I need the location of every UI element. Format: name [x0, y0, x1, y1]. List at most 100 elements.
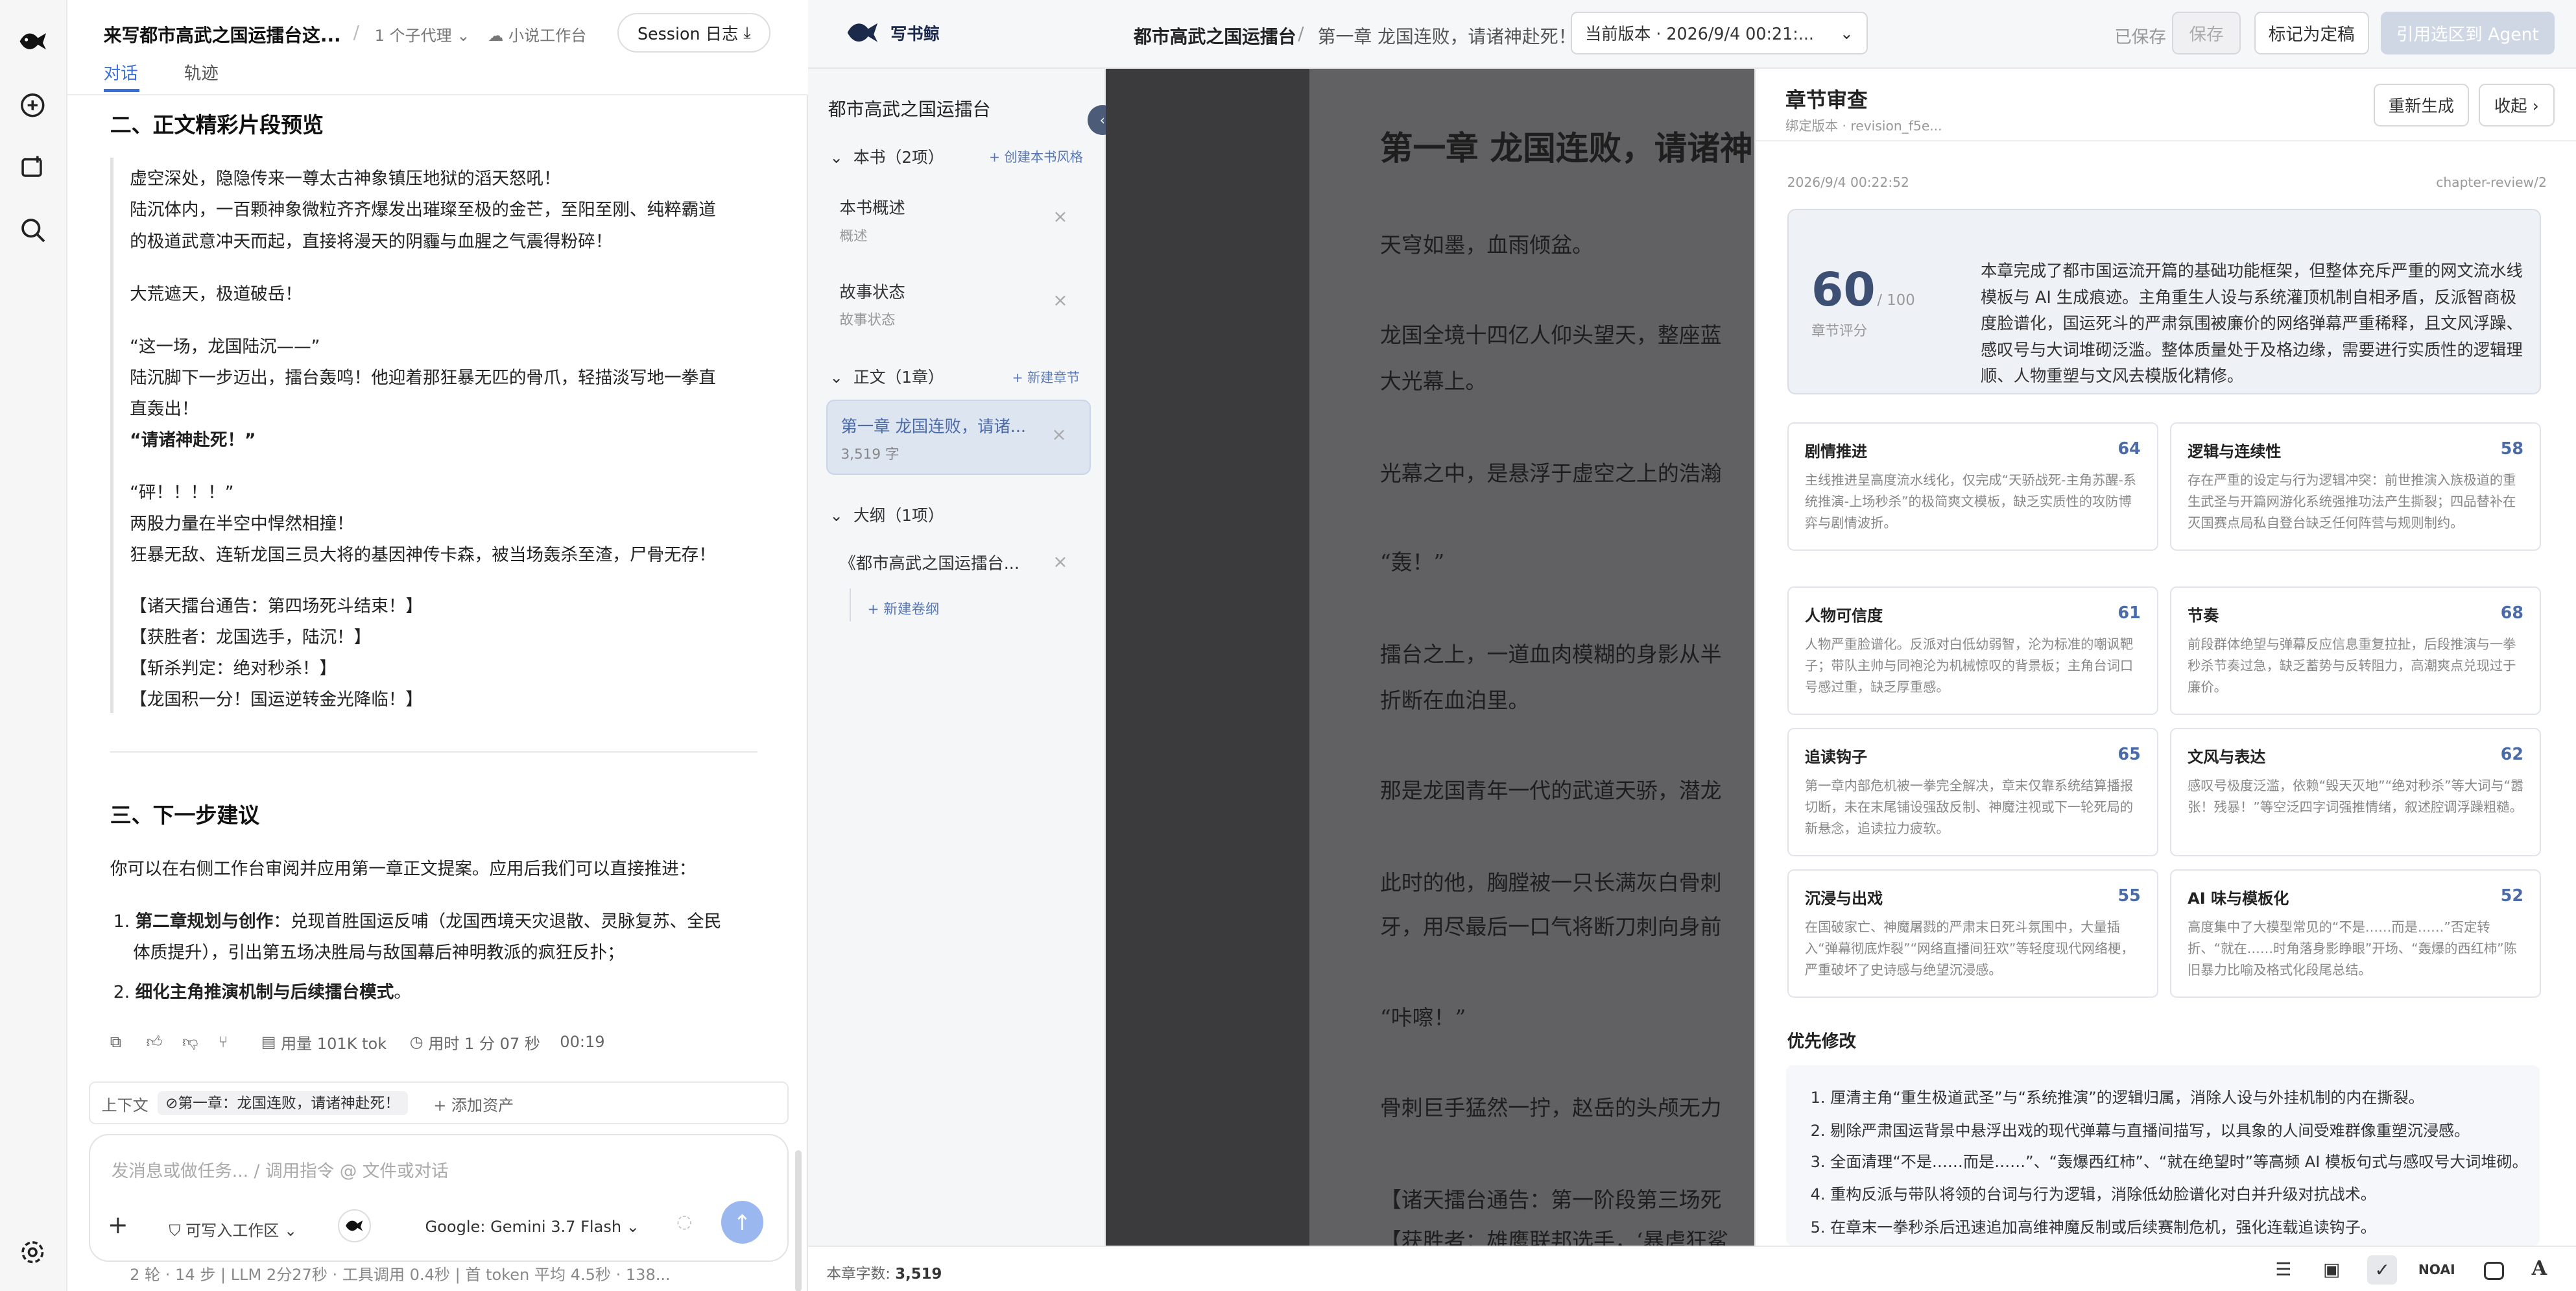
- new-volume-link[interactable]: + 新建卷纲: [868, 598, 940, 618]
- dimension-card: 逻辑与连续性 58 存在严重的设定与行为逻辑冲突：前世推演入族极道的重生武圣与开篇网…: [2169, 422, 2542, 551]
- tree-item-chapter-selected[interactable]: 第一章 龙国连败，请诸... 3,519 字 ×: [826, 399, 1091, 476]
- bound-version: 绑定版本 · revision_f5e...: [1785, 118, 1942, 134]
- clipboard-icon[interactable]: ▣: [2323, 1259, 2340, 1280]
- editor-line[interactable]: 那是龙国青年一代的武道天骄，潜龙: [1380, 774, 1722, 804]
- version-select[interactable]: 当前版本 · 2026/9/4 00:21:... ⌄: [1570, 11, 1868, 54]
- chevron-down-icon: ⌄: [1839, 23, 1854, 43]
- add-asset-button[interactable]: + 添加资产: [433, 1092, 514, 1115]
- editor-line[interactable]: 龙国全境十四亿人仰头望天，整座蓝: [1380, 319, 1722, 349]
- tree-item[interactable]: 《都市高武之国运擂台... ×: [826, 537, 1091, 586]
- excerpt-line: 【获胜者：龙国选手，陆沉！】: [130, 627, 372, 648]
- close-icon[interactable]: ×: [1053, 289, 1067, 311]
- excerpt-bar: [110, 158, 113, 714]
- search-icon[interactable]: [16, 213, 49, 247]
- close-icon[interactable]: ×: [1053, 206, 1067, 227]
- app-logo-icon[interactable]: [16, 25, 49, 58]
- copy-icon[interactable]: ⧉: [110, 1033, 147, 1051]
- session-log-button[interactable]: Session 日志 ⤓: [617, 13, 771, 53]
- send-button[interactable]: ↑: [721, 1201, 764, 1244]
- scrollbar[interactable]: [795, 1150, 802, 1291]
- breadcrumb-chapter: 第一章 龙国连败，请诸神赴死！: [1317, 26, 1577, 48]
- tree-item[interactable]: 故事状态 故事状态 ×: [826, 268, 1091, 344]
- workspace-icon[interactable]: [16, 151, 49, 184]
- settings-icon[interactable]: [16, 1236, 49, 1269]
- mode-dropdown[interactable]: ⛉ 可写入工作区 ⌄: [169, 1218, 297, 1240]
- layout-icon[interactable]: [2484, 1261, 2504, 1280]
- file-tree: 都市高武之国运擂台 ‹ ⌄ 本书（2项） + 创建本书风格 本书概述 概述 × …: [808, 69, 1117, 1246]
- branch-icon[interactable]: ⑂: [219, 1033, 261, 1051]
- create-style-link[interactable]: + 创建本书风格: [989, 146, 1083, 165]
- score-label: 章节评分: [1811, 323, 1868, 340]
- editor-line[interactable]: 【获胜者：雄鹰联邦选手，‘暴虐狂鲨: [1380, 1224, 1728, 1246]
- save-button[interactable]: 保存: [2171, 11, 2241, 54]
- review-timestamp: 2026/9/4 00:22:52: [1787, 174, 1909, 190]
- editor-line[interactable]: 【诸天擂台通告：第一阶段第三场死: [1380, 1183, 1722, 1214]
- close-icon[interactable]: ×: [1053, 551, 1067, 572]
- editor-line[interactable]: 骨刺巨手猛然一拧，赵岳的头颅无力: [1380, 1091, 1722, 1122]
- chat-header: 来写都市高武之国运擂台这... / 1 个子代理 ⌄ ☁ 小说工作台 Sessi…: [67, 0, 809, 95]
- priority-item: 1. 厘清主角“重生极道武圣”与“系统推演”的逻辑归属，消除人设与外挂机制的内在…: [1810, 1088, 2424, 1107]
- review-id: chapter-review/2: [2436, 174, 2547, 190]
- loading-icon: ◌: [676, 1211, 693, 1233]
- review-icon[interactable]: ✓: [2367, 1255, 2397, 1285]
- whale-logo-icon: [847, 23, 878, 43]
- editor-line[interactable]: 折断在血泊里。: [1380, 684, 1529, 714]
- usage-text: 用量 101K tok: [281, 1034, 387, 1053]
- noai-button[interactable]: NOAI: [2418, 1262, 2455, 1277]
- review-header: 章节审查 绑定版本 · revision_f5e... 重新生成 收起 ›: [1756, 69, 2576, 141]
- database-icon: ▤: [261, 1033, 276, 1052]
- quote-selection-button[interactable]: 引用选区到 Agent: [2380, 11, 2555, 54]
- dimension-card: 人物可信度 61 人物严重脸谱化。反派对白低幼弱智，沦为标准的嘲讽靶子；带队主帅与同…: [1787, 586, 2159, 715]
- plus-icon[interactable]: +: [103, 1211, 133, 1240]
- list-icon[interactable]: ☰: [2275, 1259, 2291, 1280]
- regenerate-button[interactable]: 重新生成: [2373, 84, 2469, 127]
- section-heading: 三、下一步建议: [110, 802, 260, 828]
- finalize-button[interactable]: 标记为定稿: [2254, 11, 2369, 54]
- dimension-card: AI 味与模板化 52 高度集中了大模型常见的“不是……而是……”否定转折、“就在……: [2169, 869, 2542, 998]
- subagent-dropdown[interactable]: 1 个子代理 ⌄: [375, 23, 470, 45]
- editor-line[interactable]: “咔嚓！”: [1380, 1001, 1466, 1032]
- editor-line[interactable]: 牙，用尽最后一口气将断刀刺向身前: [1380, 910, 1722, 941]
- editor-line[interactable]: 擂台之上，一道血肉模糊的身影从半: [1380, 638, 1722, 668]
- dimension-card: 剧情推进 64 主线推进呈高度流水线化，仅完成“天骄战死-主角苏醒-系统推演-上场秒…: [1787, 422, 2159, 551]
- divider: [110, 751, 757, 753]
- excerpt-line: 狂暴无敌、连斩龙国三员大将的基因神传卡森，被当场轰杀至渣，尸骨无存！: [130, 545, 716, 566]
- workspace-header: 写书鲸 都市高武之国运擂台 / 第一章 龙国连败，请诸神赴死！ 当前版本 · 2…: [808, 0, 2576, 69]
- dimension-card: 文风与表达 62 感叹号极度泛滥，依赖“毁天灭地”“绝对秒杀”等大词与“嚣张！残暴！…: [2169, 728, 2542, 856]
- score-card: 60 / 100 章节评分 本章完成了都市国运流开篇的基础功能框架，但整体充斥严…: [1787, 208, 2542, 394]
- new-chat-icon[interactable]: [16, 89, 49, 122]
- tab-trace[interactable]: 轨迹: [184, 59, 219, 84]
- tree-group-outline[interactable]: ⌄ 大纲（1项）: [829, 503, 944, 526]
- new-chapter-link[interactable]: + 新建章节: [1012, 367, 1079, 386]
- context-chip[interactable]: ⊘第一章：龙国连败，请诸神赴死！: [157, 1091, 408, 1116]
- tree-item[interactable]: 本书概述 概述 ×: [826, 184, 1091, 260]
- editor-line[interactable]: “轰！”: [1380, 546, 1445, 576]
- close-icon[interactable]: ×: [1051, 424, 1066, 445]
- collapse-button[interactable]: 收起 ›: [2479, 84, 2555, 127]
- arrow-up-icon: ↑: [733, 1209, 752, 1235]
- thumbs-down-icon[interactable]: 👎︎: [182, 1033, 219, 1052]
- message-input[interactable]: 发消息或做任务... / 调用指令 @ 文件或对话: [112, 1157, 449, 1182]
- editor-line[interactable]: 光幕之中，是悬浮于虚空之上的浩瀚: [1380, 457, 1722, 487]
- tree-group-book[interactable]: ⌄ 本书（2项）: [829, 145, 944, 168]
- priority-item: 2. 剔除严肃国运背景中悬浮出戏的现代弹幕与直播间描写，以具象的人间受难群像重塑…: [1810, 1121, 2470, 1140]
- editor-line[interactable]: 此时的他，胸膛被一只长满灰白骨刺: [1380, 866, 1722, 897]
- workspace-link[interactable]: ☁ 小说工作台: [488, 23, 586, 45]
- tree-group-body[interactable]: ⌄ 正文（1章）: [829, 365, 944, 388]
- model-dropdown[interactable]: Google: Gemini 3.7 Flash ⌄: [425, 1218, 639, 1236]
- composer: 发消息或做任务... / 调用指令 @ 文件或对话 + ⛉ 可写入工作区 ⌄ G…: [88, 1133, 789, 1262]
- priority-item: 5. 在章末一拳秒杀后迅速追加高维神魔反制或后续赛制危机，强化连载追读钩子。: [1810, 1218, 2376, 1237]
- breadcrumb-book[interactable]: 都市高武之国运擂台: [1134, 23, 1296, 49]
- editor-line[interactable]: 天穹如墨，血雨倾盆。: [1380, 228, 1593, 259]
- review-title: 章节审查: [1785, 89, 1868, 113]
- font-icon[interactable]: A: [2532, 1257, 2547, 1280]
- tab-conversation[interactable]: 对话: [104, 59, 138, 84]
- thumbs-up-icon[interactable]: 👍︎: [146, 1033, 182, 1052]
- brand[interactable]: 写书鲸: [841, 19, 940, 46]
- chat-panel: 来写都市高武之国运擂台这... / 1 个子代理 ⌄ ☁ 小说工作台 Sessi…: [67, 0, 809, 1291]
- brand-name: 写书鲸: [890, 23, 940, 43]
- conversation-title[interactable]: 来写都市高武之国运擂台这...: [104, 21, 347, 47]
- excerpt-line: 虚空深处，隐隐传来一尊太古神象镇压地狱的滔天怒吼！: [130, 169, 561, 189]
- chapter-title[interactable]: 第一章 龙国连败，请诸神: [1380, 121, 1753, 169]
- editor-line[interactable]: 大光幕上。: [1380, 365, 1487, 395]
